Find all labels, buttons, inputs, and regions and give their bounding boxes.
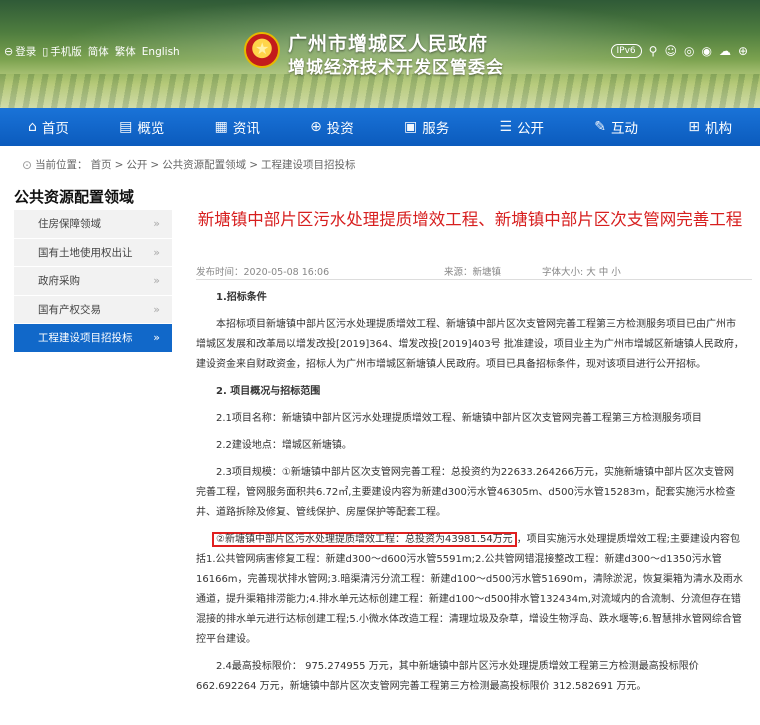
english-link[interactable]: English [142,46,180,58]
traditional-link[interactable]: 繁体 [115,44,136,59]
accessibility-icon[interactable]: ☺ [664,44,677,58]
paragraph-highlighted: ②新塘镇中部片区污水处理提质增效工程：总投资为43981.54万元 ，项目实施污水… [196,532,743,645]
nav-overview[interactable]: ▤ 概览 [113,108,170,146]
interaction-icon: ✎ [594,119,607,135]
sidebar-item-property-trade[interactable]: 国有产权交易» [14,295,172,324]
paragraph: 2.4最高投标限价： 975.274955 万元，其中新塘镇中部片区污水处理提质… [196,661,699,692]
user-icon: ⊖ [4,45,14,58]
wechat-icon[interactable]: ☁ [719,44,731,58]
double-chevron-icon: » [153,331,160,345]
font-size-controls[interactable]: 字体大小: 大 中 小 [542,264,621,278]
paragraph: 2.1项目名称：新塘镇中部片区污水处理提质增效工程、新塘镇中部片区次支管网完善工… [216,413,702,424]
sidebar-item-land-transfer[interactable]: 国有土地使用权出让» [14,238,172,267]
institution-icon: ⊞ [688,119,700,135]
article-source: 来源：新塘镇 [444,267,502,278]
sidebar-menu: 住房保障领域» 国有土地使用权出让» 政府采购» 国有产权交易» 工程建设项目招… [14,210,172,353]
double-chevron-icon: » [153,302,160,316]
overview-icon: ▤ [119,119,133,135]
section-heading: 1.招标条件 [216,292,267,303]
paragraph: 2.3项目规模：①新塘镇中部片区次支管网完善工程：总投资约为22633.2642… [196,467,736,518]
breadcrumb-sep: > [150,158,160,171]
paragraph: 2.2建设地点：增城区新塘镇。 [216,440,352,451]
investment-icon: ⊕ [310,119,322,135]
nav-news[interactable]: ▦ 资讯 [209,108,266,146]
nav-service[interactable]: ▣ 服务 [398,108,455,146]
double-chevron-icon: » [153,245,160,259]
app-icon[interactable]: ⊕ [738,44,748,58]
sidebar-item-housing[interactable]: 住房保障领域» [14,210,172,239]
service-icon: ▣ [404,119,418,135]
public-icon: ☰ [499,119,513,135]
breadcrumb-resource-domain[interactable]: 公共资源配置领域 [162,157,246,172]
nav-public[interactable]: ☰ 公开 [494,108,551,146]
breadcrumb-sep: > [114,158,124,171]
meta-divider [196,279,752,280]
main-nav: ⌂ 首页 ▤ 概览 ▦ 资讯 ⊕ 投资 ▣ 服务 ☰ 公开 ✎ 互动 ⊞ 机构 [0,108,760,146]
location-pin-icon: ⊙ [22,157,33,172]
search-icon[interactable]: ⚲ [649,44,658,58]
ipv6-badge: IPv6 [610,44,642,58]
national-emblem-logo [244,32,280,68]
sidebar-item-bidding[interactable]: 工程建设项目招投标» [14,324,172,353]
breadcrumb-home[interactable]: 首页 [91,157,112,172]
mobile-link[interactable]: ▯ 手机版 [42,44,82,59]
weibo-icon[interactable]: ◉ [701,44,711,58]
mobile-icon: ▯ [42,45,49,58]
publish-date: 发布时间：2020-05-08 16:06 [196,267,330,278]
article-title: 新塘镇中部片区污水处理提质增效工程、新塘镇中部片区次支管网完善工程 [197,210,743,229]
news-icon: ▦ [214,119,228,135]
highlight-box: ②新塘镇中部片区污水处理提质增效工程：总投资为43981.54万元 [212,532,517,547]
nav-home[interactable]: ⌂ 首页 [22,108,75,146]
sidebar-item-procurement[interactable]: 政府采购» [14,267,172,296]
section-heading: 2. 项目概况与招标范围 [216,386,321,397]
elder-care-icon[interactable]: ◎ [684,44,694,58]
simplified-link[interactable]: 简体 [88,44,109,59]
top-links: ⊖ 登录 ▯ 手机版 简体 繁体 English [4,44,180,59]
login-link[interactable]: ⊖ 登录 [4,44,36,59]
double-chevron-icon: » [153,274,160,288]
breadcrumb-bidding[interactable]: 工程建设项目招投标 [261,157,356,172]
header-banner: ⊖登录 ▯手机版 简体 繁体 English 广州市增城区人民政府 增城经济技术… [0,0,760,108]
header-tools: IPv6 ⚲ ☺ ◎ ◉ ☁ ⊕ [610,44,748,58]
home-icon: ⌂ [28,119,37,135]
nav-interaction[interactable]: ✎ 互动 [588,108,644,146]
banner-field-image [0,74,760,108]
breadcrumb-sep: > [249,158,258,171]
paragraph: 本招标项目新塘镇中部片区污水处理提质增效工程、新塘镇中部片区次支管网完善工程第三… [196,319,744,370]
site-title-line1: 广州市增城区人民政府 [288,33,489,55]
breadcrumb-prefix: 当前位置： [35,159,88,171]
double-chevron-icon: » [153,217,160,231]
breadcrumb: ⊙ 当前位置： 首页 > 公开 > 公共资源配置领域 > 工程建设项目招投标 [22,157,356,172]
sidebar-title: 公共资源配置领域 [14,188,135,206]
nav-investment[interactable]: ⊕ 投资 [304,108,360,146]
site-title-line2: 增城经济技术开发区管委会 [288,58,504,78]
nav-institution[interactable]: ⊞ 机构 [682,108,738,146]
article-body: 1.招标条件 本招标项目新塘镇中部片区污水处理提质增效工程、新塘镇中部片区次支管… [196,288,744,704]
breadcrumb-public[interactable]: 公开 [126,157,147,172]
